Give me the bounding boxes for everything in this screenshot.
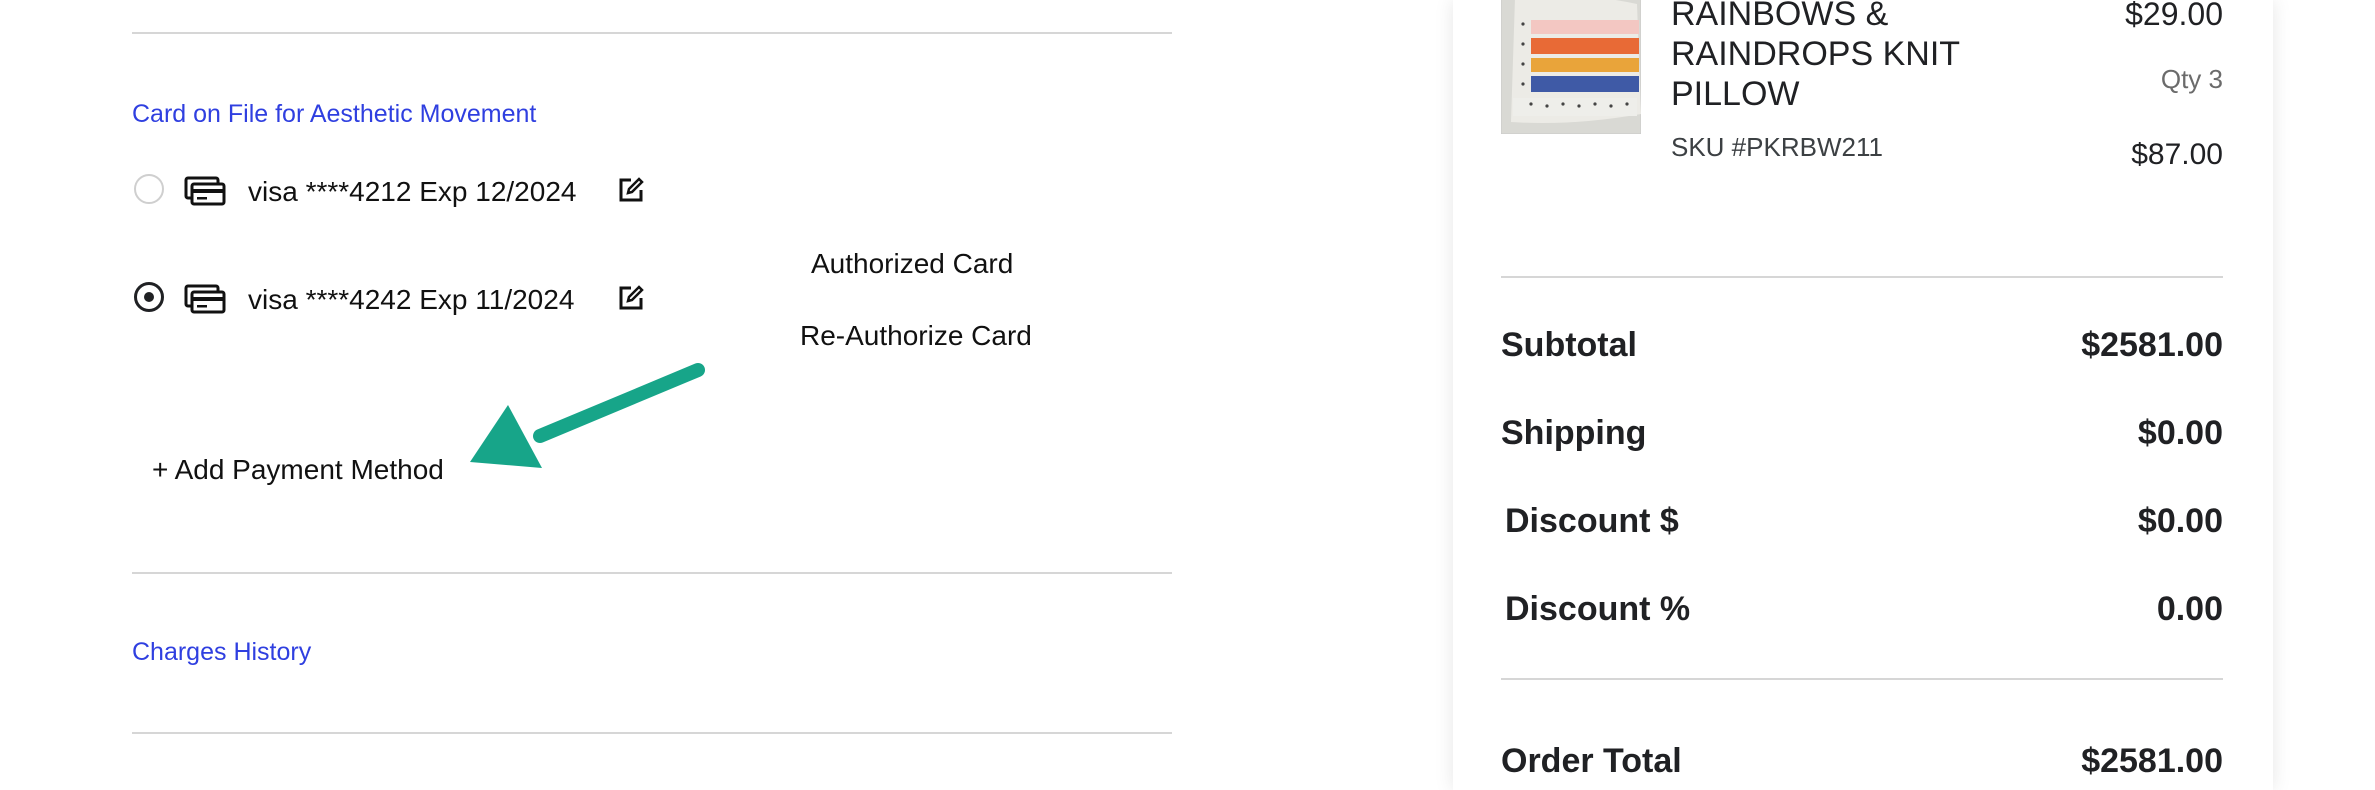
card-radio-4212[interactable] bbox=[134, 174, 164, 204]
subtotal-value: $2581.00 bbox=[2081, 326, 2223, 364]
product-thumbnail[interactable] bbox=[1501, 0, 1641, 134]
edit-icon[interactable] bbox=[617, 176, 645, 204]
shipping-label: Shipping bbox=[1501, 414, 1647, 452]
item-qty: Qty 3 bbox=[2160, 64, 2223, 94]
card-label-4212: visa ****4212 Exp 12/2024 bbox=[248, 176, 577, 207]
charges-history-link[interactable]: Charges History bbox=[132, 638, 311, 667]
credit-card-icon bbox=[184, 284, 226, 314]
order-total-label: Order Total bbox=[1501, 742, 1682, 780]
bottom-divider bbox=[132, 732, 1172, 734]
order-summary-panel: RAINBOWS & RAINDROPS KNIT PILLOW SKU #PK… bbox=[1453, 0, 2273, 790]
section-divider bbox=[132, 572, 1172, 574]
card-radio-4242[interactable] bbox=[134, 282, 164, 312]
annotation-arrow-icon bbox=[470, 363, 705, 468]
unit-price: $29.00 bbox=[2125, 0, 2223, 32]
product-name-line2: RAINDROPS KNIT bbox=[1671, 35, 1961, 73]
add-payment-method-button[interactable]: + Add Payment Method bbox=[152, 454, 444, 486]
credit-card-icon bbox=[184, 176, 226, 206]
line-total: $87.00 bbox=[2131, 138, 2223, 171]
product-name-line3: PILLOW bbox=[1671, 75, 1800, 113]
shipping-value: $0.00 bbox=[2137, 414, 2223, 452]
top-divider bbox=[132, 32, 1172, 34]
discount-percent-value: 0.00 bbox=[2156, 590, 2223, 628]
summary-divider-top bbox=[1501, 276, 2223, 278]
discount-percent-label: Discount % bbox=[1505, 590, 1691, 628]
product-name-line1: RAINBOWS & bbox=[1671, 0, 1889, 33]
subtotal-label: Subtotal bbox=[1501, 326, 1637, 364]
discount-amount-value: $0.00 bbox=[2137, 502, 2223, 540]
product-name[interactable]: RAINBOWS & RAINDROPS KNIT PILLOW bbox=[1671, 0, 1960, 114]
summary-divider-bottom bbox=[1501, 678, 2223, 680]
reauthorize-card-button[interactable]: Re-Authorize Card bbox=[800, 320, 1032, 352]
discount-amount-label: Discount $ bbox=[1505, 502, 1679, 540]
edit-icon[interactable] bbox=[617, 284, 645, 312]
authorized-card-label: Authorized Card bbox=[811, 248, 1014, 279]
card-label-4242: visa ****4242 Exp 11/2024 bbox=[248, 284, 575, 315]
card-on-file-link[interactable]: Card on File for Aesthetic Movement bbox=[132, 100, 536, 129]
order-total-value: $2581.00 bbox=[2081, 742, 2223, 780]
product-sku: SKU #PKRBW211 bbox=[1671, 132, 1883, 162]
